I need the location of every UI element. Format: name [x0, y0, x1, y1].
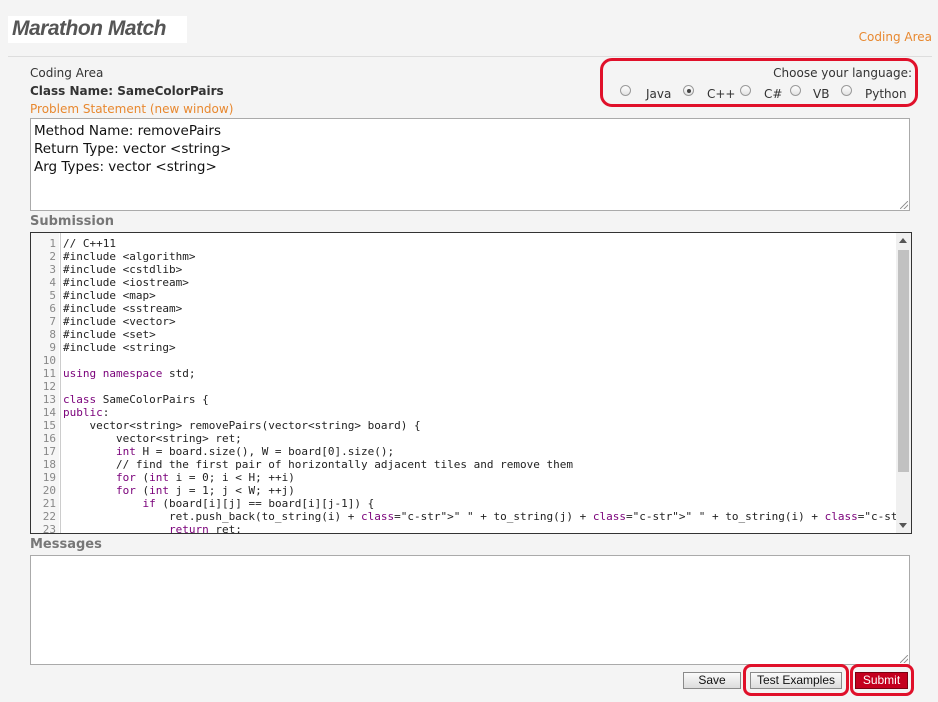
coding-area-link[interactable]: Coding Area: [859, 30, 932, 44]
line-number: 17: [42, 445, 56, 458]
line-number: 7: [49, 315, 56, 328]
code-line: #include <iostream>: [63, 276, 189, 289]
code-line: // find the first pair of horizontally a…: [63, 458, 573, 471]
line-number: 6: [49, 302, 56, 315]
line-number: 4: [49, 276, 56, 289]
scroll-up-arrow-icon[interactable]: [899, 238, 907, 243]
code-line: ret.push_back(to_string(i) + class="c-st…: [63, 510, 911, 523]
editor-scrollbar[interactable]: [896, 233, 911, 533]
problem-links: Problem Statement (new window): [30, 102, 234, 116]
line-number: 2: [49, 250, 56, 263]
resize-grip-icon: [900, 655, 908, 663]
line-number: 5: [49, 289, 56, 302]
line-number: 21: [42, 497, 56, 510]
line-number: 13: [42, 393, 56, 406]
code-line: // C++11: [63, 237, 116, 250]
code-line: return ret;: [168, 523, 242, 534]
save-button[interactable]: Save: [683, 672, 741, 689]
code-line: public:: [63, 406, 110, 419]
submission-label: Submission: [30, 214, 115, 229]
code-line: for (int j = 1; j < W; ++j): [115, 484, 295, 497]
app-logo: Marathon Match: [12, 17, 167, 40]
line-number: 20: [42, 484, 56, 497]
line-number: 3: [49, 263, 56, 276]
messages-label: Messages: [30, 537, 102, 552]
line-number: 18: [42, 458, 56, 471]
gutter-divider: [60, 233, 61, 533]
resize-grip-icon: [900, 201, 908, 209]
code-line: for (int i = 0; i < H; ++i): [115, 471, 295, 484]
code-line: #include <algorithm>: [63, 250, 196, 263]
new-window-link[interactable]: new window: [155, 102, 229, 116]
code-line: class SameColorPairs {: [63, 393, 209, 406]
code-line: #include <sstream>: [63, 302, 183, 315]
problem-info-textarea[interactable]: Method Name: removePairs Return Type: ve…: [30, 118, 910, 211]
code-line: using namespace std;: [63, 367, 196, 380]
code-line: if (board[i][j] == board[i][j-1]) {: [142, 497, 375, 510]
section-title: Coding Area: [30, 66, 104, 80]
messages-resize-handle[interactable]: [900, 655, 909, 664]
code-line: vector<string> removePairs(vector<string…: [63, 419, 421, 432]
line-number: 14: [42, 406, 56, 419]
code-line: #include <cstdlib>: [63, 263, 183, 276]
line-number: 12: [42, 380, 56, 393]
line-number: 22: [42, 510, 56, 523]
line-number: 16: [42, 432, 56, 445]
submit-highlight-outline: [850, 664, 914, 696]
test-examples-highlight-outline: [743, 664, 849, 696]
problem-resize-handle[interactable]: [900, 201, 909, 210]
line-number: 23: [42, 523, 56, 534]
line-number: 10: [42, 354, 56, 367]
code-line: #include <string>: [63, 341, 176, 354]
scrollbar-thumb[interactable]: [898, 250, 909, 472]
line-number: 1: [49, 237, 56, 250]
line-number-gutter: 1 2 3 4 5 6 7 8 9 10 11 12 13 14 15 16 17 18 19 20 21 22 23: [31, 233, 59, 533]
language-highlight-outline: [600, 58, 918, 107]
code-line: int H = board.size(), W = board[0].size(…: [115, 445, 395, 458]
messages-textarea[interactable]: [30, 555, 910, 665]
code-line: #include <set>: [63, 328, 156, 341]
line-number: 19: [42, 471, 56, 484]
line-number: 11: [42, 367, 56, 380]
scroll-down-arrow-icon[interactable]: [899, 523, 907, 528]
code-line: #include <map>: [63, 289, 156, 302]
code-editor[interactable]: 1 2 3 4 5 6 7 8 9 10 11 12 13 14 15 16 17 18 19 20 21 22 23 //…: [30, 232, 912, 534]
class-name-label: Class Name: SameColorPairs: [30, 84, 224, 98]
line-number: 9: [49, 341, 56, 354]
problem-statement-link[interactable]: Problem Statement: [30, 102, 146, 116]
line-number: 15: [42, 419, 56, 432]
header-divider: [8, 56, 932, 57]
code-line: #include <vector>: [63, 315, 176, 328]
code-line: vector<string> ret;: [63, 432, 242, 445]
line-number: 8: [49, 328, 56, 341]
